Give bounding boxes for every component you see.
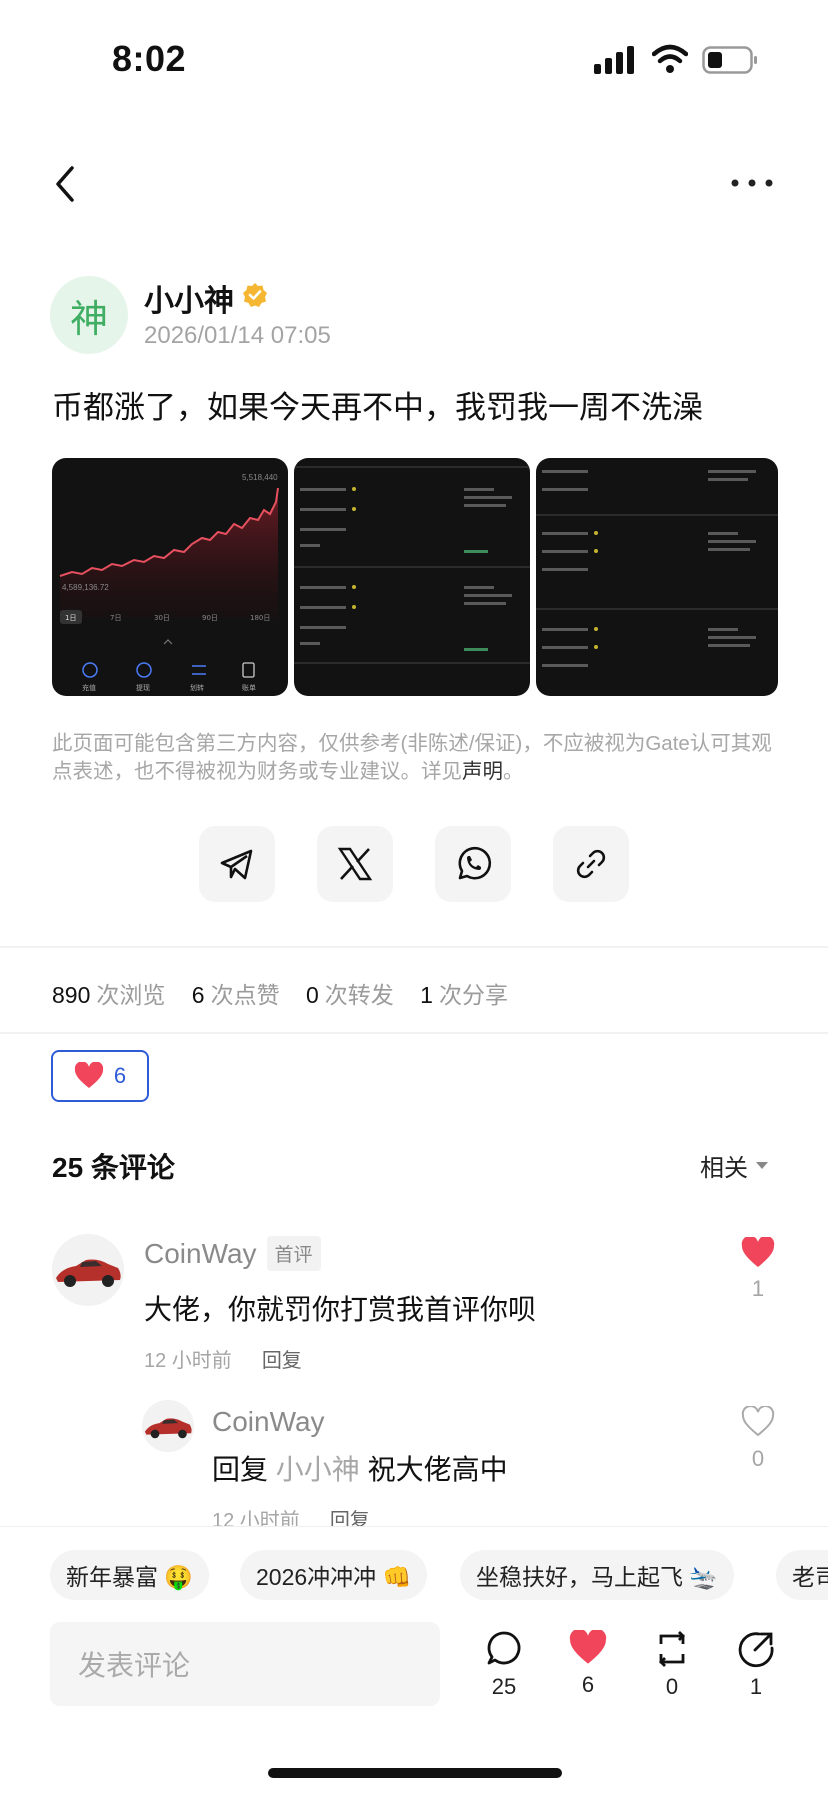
signal-icon [594, 46, 634, 74]
back-button[interactable] [46, 160, 86, 208]
views-count: 890 [52, 982, 91, 1008]
action-deposit: 充值 [82, 683, 96, 692]
share-link-button[interactable] [553, 826, 629, 902]
post-stats: 890 次浏览 6 次点赞 0 次转发 1 次分享 [52, 976, 528, 1010]
quick-comment-chip[interactable]: 新年暴富 🤑 [50, 1550, 210, 1600]
heart-icon [74, 1062, 104, 1088]
verified-badge-icon [243, 283, 267, 307]
status-time: 8:02 [112, 38, 187, 79]
x-icon [337, 847, 373, 881]
comment-meta: 12 小时前 回复 [144, 1344, 302, 1373]
disclaimer-end: 。 [503, 760, 524, 783]
reply-text-line: 回复 小小神 祝大佬高中 [212, 1448, 508, 1488]
range-180d: 180日 [250, 614, 270, 622]
comment-username[interactable]: CoinWay [144, 1238, 257, 1270]
likes-action[interactable]: 6 [558, 1630, 618, 1698]
reply-to-user[interactable]: 小小神 [276, 1454, 360, 1485]
views-label: 次浏览 [96, 982, 166, 1008]
reply-text: 祝大佬高中 [367, 1454, 508, 1485]
quick-comment-chip[interactable]: 坐稳扶好，马上起飞 🛬 [460, 1550, 735, 1600]
quick-comment-chip[interactable]: 2026冲冲冲 👊 [240, 1550, 428, 1600]
range-1d: 1日 [65, 614, 76, 622]
chart-bottom-value: 4,589,136.72 [62, 583, 109, 592]
repost-action-count: 0 [665, 1674, 679, 1699]
action-bill: 账单 [242, 683, 256, 692]
range-30d: 30日 [154, 614, 170, 622]
post-image-list-2[interactable] [536, 458, 778, 696]
first-comment-badge: 首评 [266, 1236, 321, 1271]
divider [0, 946, 828, 948]
divider [0, 1032, 828, 1034]
share-whatsapp-button[interactable] [435, 826, 511, 902]
repost-action[interactable]: 0 [642, 1630, 702, 1700]
chart-top-value: 5,518,440 [242, 473, 278, 482]
comment-like-count: 1 [751, 1276, 765, 1301]
share-action[interactable]: 1 [726, 1630, 786, 1700]
comment-time: 12 小时前 [144, 1350, 232, 1372]
action-withdraw: 提现 [136, 683, 150, 692]
share-action-count: 1 [749, 1674, 763, 1699]
quick-comment-chip[interactable]: 老司 [776, 1550, 828, 1600]
range-7d: 7日 [110, 614, 121, 622]
author-name[interactable]: 小小神 [144, 276, 234, 320]
home-indicator [268, 1768, 562, 1778]
post-image-list-1[interactable] [294, 458, 530, 696]
like-reaction-count: 6 [113, 1063, 127, 1088]
share-telegram-button[interactable] [199, 826, 275, 902]
reply-prefix: 回复 [212, 1454, 269, 1485]
likes-label: 次点赞 [210, 982, 280, 1008]
reply-like-count: 0 [751, 1446, 765, 1471]
share-arrow-icon [738, 1632, 774, 1668]
commenter-avatar[interactable] [142, 1400, 194, 1452]
comments-sort-dropdown[interactable]: 相关 [700, 1148, 768, 1183]
comment-header: CoinWay 首评 [144, 1236, 321, 1271]
action-transfer: 划转 [190, 683, 204, 692]
disclaimer-link[interactable]: 声明 [462, 760, 503, 783]
likes-action-count: 6 [581, 1672, 595, 1697]
range-90d: 90日 [202, 614, 218, 622]
comment-reply-button[interactable]: 回复 [262, 1344, 302, 1373]
comment-text: 大佬，你就罚你打赏我首评你呗 [144, 1294, 537, 1325]
disclaimer: 此页面可能包含第三方内容，仅供参考(非陈述/保证)，不应被视为Gate认可其观点… [52, 730, 780, 786]
heart-filled-icon [569, 1630, 607, 1664]
like-reaction-button[interactable]: 6 [51, 1050, 149, 1102]
comments-action[interactable]: 25 [474, 1630, 534, 1700]
post-text: 币都涨了，如果今天再不中，我罚我一周不洗澡 [52, 390, 703, 425]
battery-icon [702, 46, 757, 74]
post-image-chart[interactable]: 5,518,440 4,589,136.72 1日 7日 30日 90日 180… [52, 458, 288, 696]
telegram-icon [220, 849, 253, 880]
sort-label: 相关 [700, 1155, 748, 1182]
reposts-label: 次转发 [324, 982, 394, 1008]
shares-count: 1 [420, 982, 433, 1008]
disclaimer-text: 此页面可能包含第三方内容，仅供参考(非陈述/保证)，不应被视为Gate认可其观点… [52, 732, 772, 783]
comment-bubble-icon [487, 1631, 521, 1665]
comments-action-count: 25 [491, 1674, 517, 1699]
comments-title: 25 条评论 [52, 1152, 175, 1183]
likes-count: 6 [191, 982, 205, 1008]
caret-down-icon [756, 1161, 768, 1169]
wifi-icon [652, 44, 688, 73]
author-avatar[interactable]: 神 [50, 276, 128, 354]
post-date: 2026/01/14 07:05 [144, 322, 331, 349]
repost-icon [659, 1631, 685, 1667]
more-options-button[interactable] [730, 170, 774, 196]
reply-username[interactable]: CoinWay [212, 1406, 325, 1438]
commenter-avatar[interactable] [52, 1234, 124, 1306]
heart-filled-icon[interactable] [741, 1237, 775, 1269]
reposts-count: 0 [305, 982, 319, 1008]
share-x-button[interactable] [317, 826, 393, 902]
heart-outline-icon[interactable] [741, 1406, 775, 1438]
whatsapp-icon [458, 846, 492, 880]
comment-input[interactable]: 发表评论 [50, 1622, 440, 1706]
shares-label: 次分享 [438, 982, 508, 1008]
link-icon [576, 849, 606, 879]
